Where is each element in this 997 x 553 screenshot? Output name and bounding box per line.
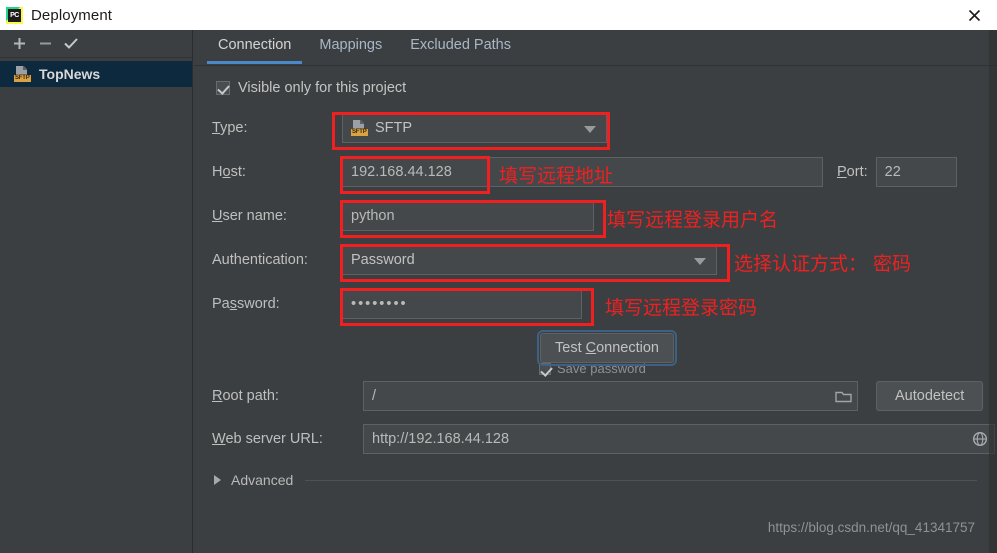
close-icon bbox=[968, 9, 980, 21]
watermark: https://blog.csdn.net/qq_41341757 bbox=[768, 520, 975, 535]
advanced-label: Advanced bbox=[231, 472, 294, 488]
authentication-combo[interactable]: Password bbox=[342, 245, 717, 275]
title-bar: PC Deployment bbox=[0, 0, 997, 30]
web-server-url-input[interactable]: http://192.168.44.128 bbox=[363, 424, 995, 454]
remove-server-button[interactable] bbox=[32, 32, 58, 56]
web-server-url-row: Web server URL: http://192.168.44.128 bbox=[194, 424, 997, 454]
tab-connection[interactable]: Connection bbox=[204, 30, 305, 64]
root-path-row: Root path: / Autodetect bbox=[194, 381, 997, 411]
server-item-label: TopNews bbox=[39, 66, 101, 82]
connection-form: Visible only for this project Type: SFTP… bbox=[194, 66, 997, 553]
plus-icon bbox=[13, 38, 25, 49]
username-input[interactable]: python bbox=[342, 201, 594, 231]
password-input[interactable]: •••••••• bbox=[342, 289, 582, 319]
close-button[interactable] bbox=[951, 0, 997, 30]
autodetect-label: Autodetect bbox=[895, 388, 965, 404]
sftp-badge-label: SFTP bbox=[14, 75, 31, 82]
port-input[interactable]: 22 bbox=[875, 157, 957, 187]
host-label: Host: bbox=[212, 164, 246, 180]
server-item-topnews[interactable]: SFTP TopNews bbox=[0, 61, 192, 87]
save-password-checkbox[interactable] bbox=[539, 362, 551, 375]
window-title: Deployment bbox=[31, 6, 113, 24]
password-row: Password: •••••••• bbox=[194, 289, 997, 319]
test-connection-row: Test Connection bbox=[194, 330, 997, 366]
sftp-server-icon: SFTP bbox=[14, 66, 31, 82]
type-combo[interactable]: SFTP SFTP bbox=[342, 113, 607, 143]
test-connection-label: Test Connection bbox=[555, 340, 659, 356]
add-server-button[interactable] bbox=[6, 32, 32, 56]
minus-icon bbox=[39, 42, 51, 45]
web-server-url-value: http://192.168.44.128 bbox=[372, 431, 510, 447]
password-label: Password: bbox=[212, 296, 280, 312]
authentication-row: Authentication: Password bbox=[194, 245, 997, 275]
web-server-url-label: Web server URL: bbox=[212, 431, 323, 447]
port-label: Port: bbox=[837, 164, 868, 180]
root-path-value: / bbox=[372, 388, 377, 404]
username-row: User name: python bbox=[194, 201, 997, 231]
folder-icon[interactable] bbox=[829, 382, 857, 410]
chevron-down-icon-auth bbox=[694, 258, 706, 265]
authentication-value: Password bbox=[351, 252, 415, 268]
chevron-right-icon[interactable] bbox=[214, 475, 221, 485]
save-password-row: Save password bbox=[539, 361, 646, 376]
tab-mappings[interactable]: Mappings bbox=[305, 30, 396, 63]
visible-only-checkbox[interactable] bbox=[216, 81, 230, 95]
advanced-section[interactable]: Advanced bbox=[194, 472, 997, 488]
type-value: SFTP bbox=[375, 120, 413, 136]
pycharm-logo-text: PC bbox=[8, 8, 21, 22]
advanced-divider bbox=[305, 479, 977, 481]
autodetect-button[interactable]: Autodetect bbox=[876, 381, 984, 411]
watermark-text: https://blog.csdn.net/qq_41341757 bbox=[767, 520, 975, 535]
tab-excluded-paths[interactable]: Excluded Paths bbox=[396, 30, 525, 63]
type-label: Type: bbox=[212, 120, 248, 136]
root-path-label: Root path: bbox=[212, 388, 279, 404]
servers-toolbar bbox=[0, 30, 192, 58]
root-path-input[interactable]: / bbox=[363, 381, 858, 411]
tab-bar: Connection Mappings Excluded Paths bbox=[194, 30, 997, 66]
servers-panel: SFTP TopNews bbox=[0, 30, 193, 553]
authentication-label: Authentication: bbox=[212, 252, 308, 268]
host-input[interactable]: 192.168.44.128 bbox=[342, 157, 823, 187]
server-list: SFTP TopNews bbox=[0, 58, 192, 87]
check-icon bbox=[64, 38, 78, 49]
use-as-default-button[interactable] bbox=[58, 32, 84, 56]
test-connection-button[interactable]: Test Connection bbox=[537, 330, 677, 366]
deployment-dialog: PC Deployment SFTP TopNews Connection Ma… bbox=[0, 0, 997, 553]
type-sftp-badge: SFTP bbox=[351, 129, 368, 136]
connection-panel: Connection Mappings Excluded Paths Visib… bbox=[194, 30, 997, 553]
type-sftp-icon: SFTP bbox=[351, 120, 368, 136]
visible-only-row: Visible only for this project bbox=[194, 80, 997, 96]
username-label: User name: bbox=[212, 208, 287, 224]
pycharm-logo-icon: PC bbox=[6, 6, 23, 24]
visible-only-label: Visible only for this project bbox=[238, 80, 407, 96]
chevron-down-icon bbox=[584, 126, 596, 133]
host-row: Host: 192.168.44.128 Port: 22 bbox=[194, 157, 997, 187]
right-edge-strip bbox=[989, 30, 997, 553]
save-password-label: Save password bbox=[557, 361, 646, 376]
type-row: Type: SFTP SFTP bbox=[194, 113, 997, 143]
